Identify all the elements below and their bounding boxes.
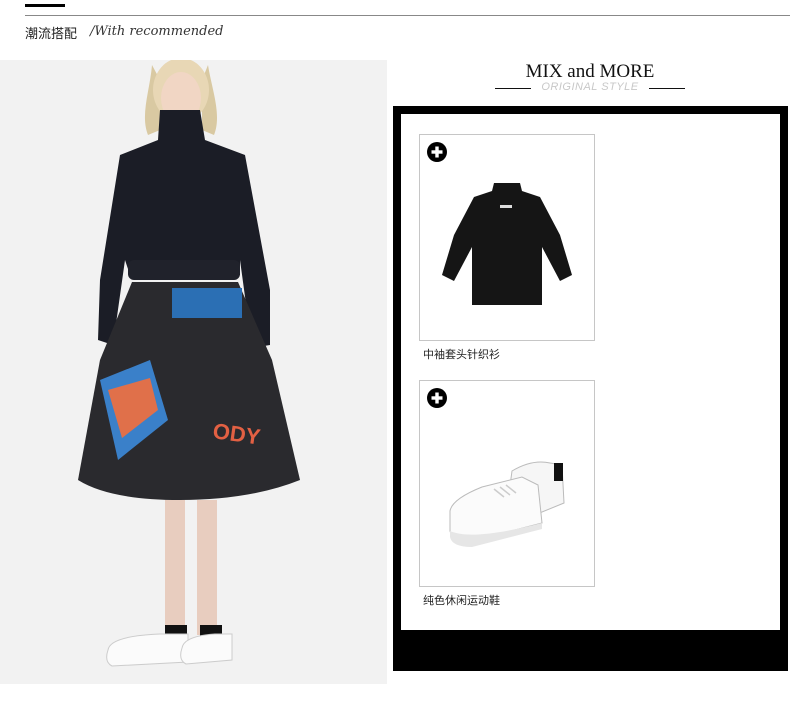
section-title: 潮流搭配 <box>25 27 78 42</box>
section-subtitle: /With recommended <box>90 24 224 39</box>
mix-subtitle-row: ORIGINAL STYLE <box>495 81 685 95</box>
header-divider <box>25 15 790 16</box>
model-illustration: ODY <box>0 60 387 684</box>
knit-top-image <box>442 183 572 305</box>
header-accent-bar <box>25 4 65 7</box>
plus-circle-icon[interactable] <box>427 388 447 408</box>
plus-circle-icon[interactable] <box>427 142 447 162</box>
product-card-sneakers[interactable] <box>419 380 595 587</box>
mix-subtitle-line-left <box>495 88 531 89</box>
product-name-sneakers[interactable]: 纯色休闲运动鞋 <box>423 592 500 608</box>
product-name-knit-top[interactable]: 中袖套头针织衫 <box>423 346 500 362</box>
mix-title: MIX and MORE <box>525 61 655 82</box>
mix-subtitle: ORIGINAL STYLE <box>541 81 639 93</box>
model-look-photo[interactable]: ODY <box>0 60 387 684</box>
mix-subtitle-line-right <box>649 88 685 89</box>
sneakers-image <box>449 461 565 547</box>
product-card-knit-top[interactable] <box>419 134 595 341</box>
